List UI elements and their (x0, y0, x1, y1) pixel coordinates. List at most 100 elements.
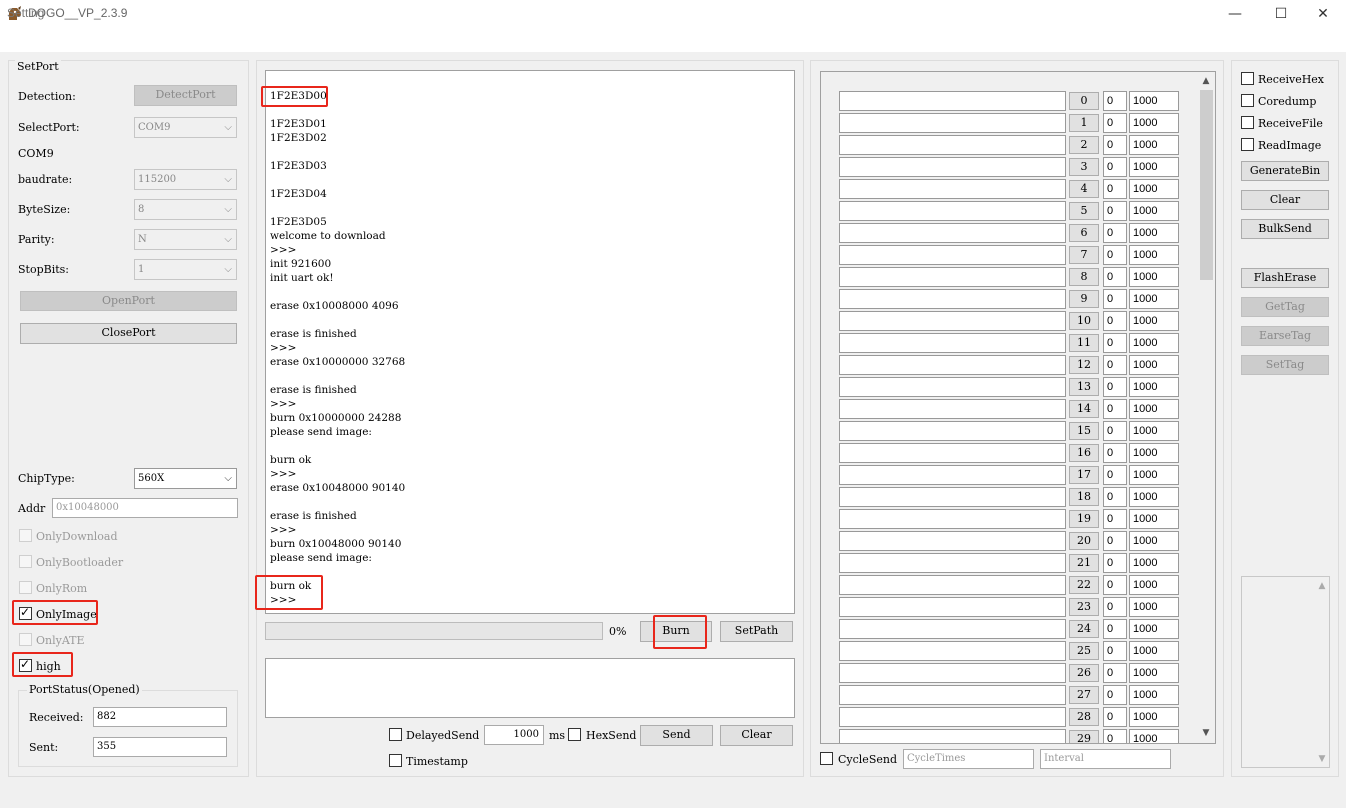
tools-list-box[interactable]: ▲ ▼ (1241, 576, 1330, 768)
cycle-interval-input[interactable]: 1000 (1129, 377, 1179, 397)
cycle-data-input[interactable] (839, 135, 1066, 155)
cycle-interval-input[interactable]: 1000 (1129, 201, 1179, 221)
cycle-data-input[interactable] (839, 355, 1066, 375)
generate-bin-button[interactable]: GenerateBin (1241, 161, 1329, 181)
cycle-count-input[interactable]: 0 (1103, 707, 1127, 727)
cycle-send-row-button[interactable]: 28 (1069, 708, 1099, 726)
cycle-send-row-button[interactable]: 26 (1069, 664, 1099, 682)
cycle-count-input[interactable]: 0 (1103, 179, 1127, 199)
console-output[interactable]: 1F2E3D00 1F2E3D01 1F2E3D02 1F2E3D03 1F2E… (265, 70, 795, 614)
cycle-count-input[interactable]: 0 (1103, 509, 1127, 529)
cycle-interval-input[interactable]: 1000 (1129, 531, 1179, 551)
cycle-send-row-button[interactable]: 3 (1069, 158, 1099, 176)
clear-button[interactable]: Clear (1241, 190, 1329, 210)
cycle-count-input[interactable]: 0 (1103, 355, 1127, 375)
cycle-count-input[interactable]: 0 (1103, 685, 1127, 705)
cycle-data-input[interactable] (839, 575, 1066, 595)
delay-ms-input[interactable]: 1000 (484, 725, 544, 745)
cycle-send-row-button[interactable]: 25 (1069, 642, 1099, 660)
cycle-interval-input[interactable]: 1000 (1129, 311, 1179, 331)
cycle-count-input[interactable]: 0 (1103, 333, 1127, 353)
only-bootloader-checkbox[interactable] (19, 555, 32, 568)
only-rom-checkbox[interactable] (19, 581, 32, 594)
cycle-send-row-button[interactable]: 13 (1069, 378, 1099, 396)
clear-send-button[interactable]: Clear (720, 725, 793, 746)
cycle-send-row-button[interactable]: 24 (1069, 620, 1099, 638)
cycle-send-row-button[interactable]: 20 (1069, 532, 1099, 550)
cycle-data-input[interactable] (839, 685, 1066, 705)
close-window-button[interactable]: ✕ (1300, 0, 1346, 28)
chiptype-combo[interactable]: 560X ⌵ (134, 468, 237, 489)
cycle-interval-input[interactable]: 1000 (1129, 421, 1179, 441)
only-ate-checkbox[interactable] (19, 633, 32, 646)
send-input-area[interactable] (265, 658, 795, 718)
cycle-send-row-button[interactable]: 5 (1069, 202, 1099, 220)
cycle-interval-input[interactable]: 1000 (1129, 399, 1179, 419)
cycle-count-input[interactable]: 0 (1103, 311, 1127, 331)
cycle-data-input[interactable] (839, 179, 1066, 199)
cycle-count-input[interactable]: 0 (1103, 399, 1127, 419)
cycle-count-input[interactable]: 0 (1103, 575, 1127, 595)
cycle-send-row-button[interactable]: 17 (1069, 466, 1099, 484)
baudrate-combo[interactable]: 115200 ⌵ (134, 169, 237, 190)
cycle-send-row-button[interactable]: 22 (1069, 576, 1099, 594)
cycle-interval-input[interactable]: 1000 (1129, 179, 1179, 199)
cycle-count-input[interactable]: 0 (1103, 597, 1127, 617)
parity-combo[interactable]: N ⌵ (134, 229, 237, 250)
bulk-send-button[interactable]: BulkSend (1241, 219, 1329, 239)
cycle-count-input[interactable]: 0 (1103, 487, 1127, 507)
cycle-send-checkbox[interactable] (820, 752, 833, 765)
cycle-data-input[interactable] (839, 421, 1066, 441)
cycle-interval-input[interactable]: 1000 (1129, 267, 1179, 287)
close-port-button[interactable]: ClosePort (20, 323, 237, 344)
cycle-data-input[interactable] (839, 465, 1066, 485)
cycle-send-row-button[interactable]: 0 (1069, 92, 1099, 110)
cycle-interval-input[interactable]: 1000 (1129, 553, 1179, 573)
cycle-data-input[interactable] (839, 157, 1066, 177)
scrollbar-thumb[interactable] (1200, 90, 1213, 280)
coredump-checkbox[interactable] (1241, 94, 1254, 107)
detect-port-button[interactable]: DetectPort (134, 85, 237, 106)
select-port-combo[interactable]: COM9 ⌵ (134, 117, 237, 138)
menu-setting[interactable]: Setting (7, 6, 44, 20)
receive-hex-checkbox[interactable] (1241, 72, 1254, 85)
cycle-count-input[interactable]: 0 (1103, 135, 1127, 155)
scroll-down-icon[interactable]: ▼ (1315, 752, 1329, 766)
cycle-interval-input[interactable]: 1000 (1129, 245, 1179, 265)
cycle-count-input[interactable]: 0 (1103, 223, 1127, 243)
cycle-send-row-button[interactable]: 6 (1069, 224, 1099, 242)
cycle-data-input[interactable] (839, 531, 1066, 551)
cycle-count-input[interactable]: 0 (1103, 465, 1127, 485)
cycle-count-input[interactable]: 0 (1103, 531, 1127, 551)
cycle-interval-input[interactable]: 1000 (1129, 135, 1179, 155)
cycle-send-row-button[interactable]: 11 (1069, 334, 1099, 352)
cycle-interval-input[interactable]: 1000 (1129, 487, 1179, 507)
cycle-interval-input[interactable]: 1000 (1129, 685, 1179, 705)
cycle-data-input[interactable] (839, 553, 1066, 573)
cycle-scrollbar[interactable]: ▲ ▼ (1198, 72, 1215, 743)
cycle-interval-input[interactable]: 1000 (1129, 619, 1179, 639)
cycle-data-input[interactable] (839, 619, 1066, 639)
receive-file-checkbox[interactable] (1241, 116, 1254, 129)
cycle-data-input[interactable] (839, 707, 1066, 727)
cycle-data-input[interactable] (839, 311, 1066, 331)
set-path-button[interactable]: SetPath (720, 621, 793, 642)
bytesize-combo[interactable]: 8 ⌵ (134, 199, 237, 220)
timestamp-checkbox[interactable] (389, 754, 402, 767)
delayed-send-checkbox[interactable] (389, 728, 402, 741)
hex-send-checkbox[interactable] (568, 728, 581, 741)
cycle-data-input[interactable] (839, 245, 1066, 265)
scroll-down-icon[interactable]: ▼ (1199, 726, 1213, 740)
cycle-data-input[interactable] (839, 509, 1066, 529)
cycle-interval-input[interactable]: 1000 (1129, 157, 1179, 177)
cycle-data-input[interactable] (839, 443, 1066, 463)
cycle-count-input[interactable]: 0 (1103, 641, 1127, 661)
cycle-data-input[interactable] (839, 113, 1066, 133)
cycle-send-row-button[interactable]: 10 (1069, 312, 1099, 330)
cycle-count-input[interactable]: 0 (1103, 91, 1127, 111)
cycle-interval-input[interactable]: 1000 (1129, 663, 1179, 683)
cycle-data-input[interactable] (839, 289, 1066, 309)
cycle-count-input[interactable]: 0 (1103, 201, 1127, 221)
cycle-send-row-button[interactable]: 1 (1069, 114, 1099, 132)
cycle-interval-input[interactable]: 1000 (1129, 465, 1179, 485)
